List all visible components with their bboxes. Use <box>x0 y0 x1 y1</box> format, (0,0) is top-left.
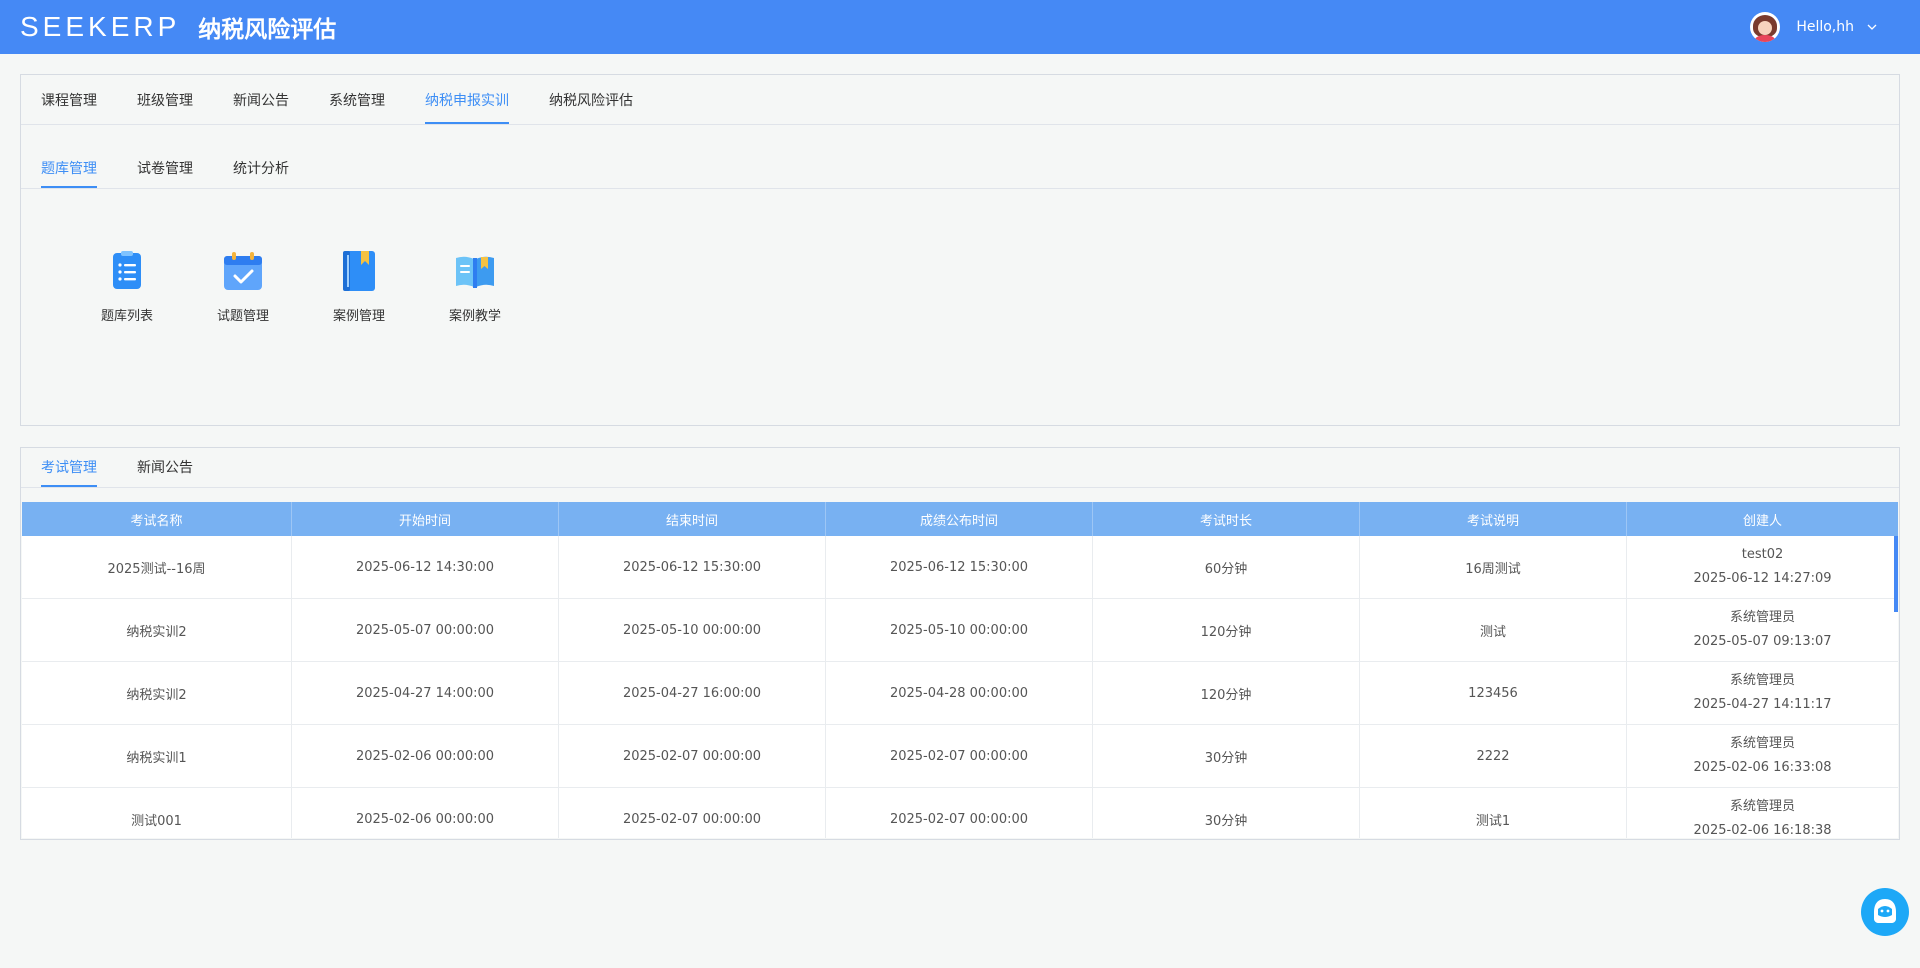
tile-case-teaching[interactable]: 案例教学 <box>417 249 533 324</box>
cell-exam-name: 纳税实训2 <box>22 662 292 724</box>
creator-name: 系统管理员 <box>1729 610 1795 625</box>
cell-start-time: 2025-02-06 00:00:00 <box>292 788 559 838</box>
cell-publish-time: 2025-04-28 00:00:00 <box>826 662 1093 724</box>
tile-label: 案例教学 <box>448 309 501 324</box>
tile-question-management[interactable]: 试题管理 <box>185 249 301 324</box>
cell-creator: test02 2025-06-12 14:27:09 <box>1627 536 1898 598</box>
cell-end-time: 2025-02-07 00:00:00 <box>559 725 826 787</box>
cell-creator: 系统管理员 2025-04-27 14:11:17 <box>1627 662 1898 724</box>
column-header: 考试说明 <box>1360 502 1627 536</box>
cell-description: 123456 <box>1360 662 1627 724</box>
cell-exam-name: 2025测试--16周 <box>22 536 292 598</box>
table-body[interactable]: 2025测试--16周 2025-06-12 14:30:00 2025-06-… <box>22 536 1898 838</box>
calendar-check-icon <box>224 252 262 290</box>
cell-creator: 系统管理员 2025-05-07 09:13:07 <box>1627 599 1898 661</box>
user-menu[interactable]: Hello,hh <box>1750 12 1878 42</box>
table-row[interactable]: 纳税实训2 2025-04-27 14:00:00 2025-04-27 16:… <box>22 662 1898 725</box>
cell-duration: 120分钟 <box>1093 599 1360 661</box>
created-time: 2025-02-06 16:18:38 <box>1693 823 1832 838</box>
tile-question-bank-list[interactable]: 题库列表 <box>69 249 185 324</box>
created-time: 2025-02-06 16:33:08 <box>1693 760 1832 775</box>
creator-name: 系统管理员 <box>1729 673 1795 688</box>
tab-tax-training[interactable]: 纳税申报实训 <box>425 75 509 124</box>
cell-end-time: 2025-02-07 00:00:00 <box>559 788 826 838</box>
table-row[interactable]: 纳税实训2 2025-05-07 00:00:00 2025-05-10 00:… <box>22 599 1898 662</box>
created-time: 2025-05-07 09:13:07 <box>1693 634 1832 649</box>
bookmark-book-icon <box>343 251 375 291</box>
tab-system[interactable]: 系统管理 <box>329 75 385 124</box>
cell-duration: 60分钟 <box>1093 536 1360 598</box>
cell-duration: 30分钟 <box>1093 725 1360 787</box>
cell-duration: 30分钟 <box>1093 788 1360 838</box>
cell-publish-time: 2025-02-07 00:00:00 <box>826 788 1093 838</box>
cell-start-time: 2025-04-27 14:00:00 <box>292 662 559 724</box>
table-header: 考试名称 开始时间 结束时间 成绩公布时间 考试时长 考试说明 创建人 <box>22 502 1898 536</box>
exam-panel: 考试管理 新闻公告 考试名称 开始时间 结束时间 成绩公布时间 考试时长 考试说… <box>20 447 1900 840</box>
column-header: 考试名称 <box>22 502 292 536</box>
cell-end-time: 2025-04-27 16:00:00 <box>559 662 826 724</box>
sub-tabs: 题库管理 试卷管理 统计分析 <box>21 125 1899 189</box>
tile-label: 案例管理 <box>332 309 385 324</box>
created-time: 2025-06-12 14:27:09 <box>1693 571 1832 586</box>
chevron-down-icon[interactable] <box>1866 21 1878 33</box>
created-time: 2025-04-27 14:11:17 <box>1693 697 1832 712</box>
tab-course[interactable]: 课程管理 <box>41 75 97 124</box>
clipboard-list-icon <box>113 251 141 289</box>
cell-duration: 120分钟 <box>1093 662 1360 724</box>
cell-start-time: 2025-02-06 00:00:00 <box>292 725 559 787</box>
creator-name: 系统管理员 <box>1729 736 1795 751</box>
logo[interactable]: SEEKERP <box>20 11 180 43</box>
cell-creator: 系统管理员 2025-02-06 16:18:38 <box>1627 788 1898 838</box>
table-row[interactable]: 测试001 2025-02-06 00:00:00 2025-02-07 00:… <box>22 788 1898 838</box>
tab-statistics[interactable]: 统计分析 <box>233 148 289 188</box>
tab-question-bank[interactable]: 题库管理 <box>41 148 97 188</box>
avatar[interactable] <box>1750 12 1781 42</box>
module-panel: 课程管理 班级管理 新闻公告 系统管理 纳税申报实训 纳税风险评估 题库管理 试… <box>20 74 1900 426</box>
tile-case-management[interactable]: 案例管理 <box>301 249 417 324</box>
cell-end-time: 2025-06-12 15:30:00 <box>559 536 826 598</box>
exam-table: 考试名称 开始时间 结束时间 成绩公布时间 考试时长 考试说明 创建人 2025… <box>22 502 1898 838</box>
top-header: SEEKERP 纳税风险评估 Hello,hh <box>0 0 1920 54</box>
open-book-icon <box>456 256 494 288</box>
cell-publish-time: 2025-02-07 00:00:00 <box>826 725 1093 787</box>
column-header: 考试时长 <box>1093 502 1360 536</box>
table-scrollbar[interactable] <box>1894 536 1898 612</box>
cell-start-time: 2025-05-07 00:00:00 <box>292 599 559 661</box>
cell-exam-name: 纳税实训1 <box>22 725 292 787</box>
cell-end-time: 2025-05-10 00:00:00 <box>559 599 826 661</box>
tab-exam-news[interactable]: 新闻公告 <box>137 447 193 487</box>
cell-exam-name: 测试001 <box>22 788 292 838</box>
customer-service-icon <box>1874 899 1896 923</box>
customer-service-button[interactable] <box>1861 888 1909 936</box>
cell-description: 测试1 <box>1360 788 1627 838</box>
exam-tabs: 考试管理 新闻公告 <box>21 448 1899 488</box>
cell-description: 2222 <box>1360 725 1627 787</box>
creator-name: 系统管理员 <box>1729 799 1795 814</box>
tile-label: 题库列表 <box>100 309 153 324</box>
cell-exam-name: 纳税实训2 <box>22 599 292 661</box>
cell-publish-time: 2025-06-12 15:30:00 <box>826 536 1093 598</box>
tab-paper[interactable]: 试卷管理 <box>137 148 193 188</box>
creator-name: test02 <box>1741 547 1784 562</box>
cell-creator: 系统管理员 2025-02-06 16:33:08 <box>1627 725 1898 787</box>
cell-description: 测试 <box>1360 599 1627 661</box>
tab-tax-risk[interactable]: 纳税风险评估 <box>549 75 633 124</box>
tile-label: 试题管理 <box>216 309 269 324</box>
tab-exam-management[interactable]: 考试管理 <box>41 447 97 487</box>
app-title: 纳税风险评估 <box>198 17 337 43</box>
main-tabs: 课程管理 班级管理 新闻公告 系统管理 纳税申报实训 纳税风险评估 <box>21 75 1899 125</box>
cell-description: 16周测试 <box>1360 536 1627 598</box>
tab-news[interactable]: 新闻公告 <box>233 75 289 124</box>
column-header: 成绩公布时间 <box>826 502 1093 536</box>
module-tiles: 题库列表 试题管理 案例管理 案例教学 <box>21 189 1899 324</box>
table-row[interactable]: 纳税实训1 2025-02-06 00:00:00 2025-02-07 00:… <box>22 725 1898 788</box>
tab-class[interactable]: 班级管理 <box>137 75 193 124</box>
table-row[interactable]: 2025测试--16周 2025-06-12 14:30:00 2025-06-… <box>22 536 1898 599</box>
cell-start-time: 2025-06-12 14:30:00 <box>292 536 559 598</box>
column-header: 开始时间 <box>292 502 559 536</box>
column-header: 结束时间 <box>559 502 826 536</box>
cell-publish-time: 2025-05-10 00:00:00 <box>826 599 1093 661</box>
user-greeting[interactable]: Hello,hh <box>1796 19 1854 35</box>
column-header: 创建人 <box>1742 513 1782 529</box>
